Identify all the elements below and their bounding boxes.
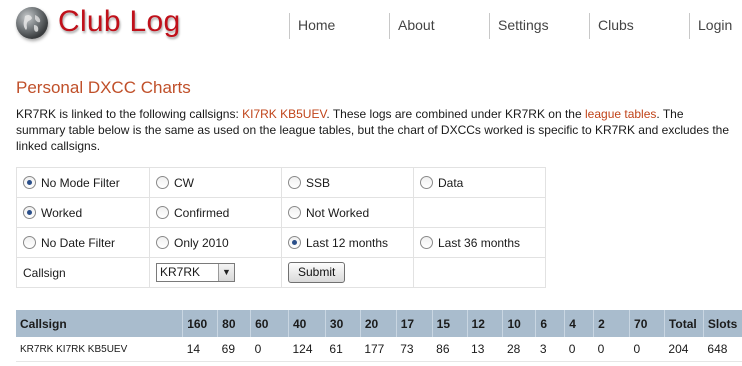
- callsign-cell: KR7RK KI7RK KB5UEV: [16, 337, 183, 362]
- total-cell: 204: [664, 337, 704, 362]
- date-label: No Date Filter: [41, 235, 116, 250]
- band-6-cell: 3: [535, 337, 565, 362]
- logo-text[interactable]: Club Log: [58, 5, 181, 39]
- intro-part-2: . These logs are combined under KR7RK on…: [326, 107, 585, 121]
- mode-label: Data: [438, 175, 464, 190]
- status-label: Confirmed: [174, 205, 230, 220]
- date-option-none[interactable]: No Date Filter: [16, 227, 150, 258]
- band-10-cell: 28: [502, 337, 536, 362]
- intro-text: KR7RK is linked to the following callsig…: [16, 106, 731, 154]
- nav-settings[interactable]: Settings: [489, 13, 586, 39]
- mode-label: No Mode Filter: [41, 175, 120, 190]
- filter-table: No Mode Filter CW SSB Data Worked Confir…: [16, 167, 546, 288]
- band-17-cell: 73: [396, 337, 433, 362]
- band-30-cell: 61: [325, 337, 361, 362]
- header-cell: 70: [629, 310, 665, 337]
- mode-option-data[interactable]: Data: [413, 167, 546, 198]
- table-row: KR7RK KI7RK KB5UEV 14 69 0 124 61 177 73…: [16, 337, 742, 362]
- mode-label: CW: [174, 175, 194, 190]
- band-12-cell: 13: [467, 337, 503, 362]
- header-cell: 10: [502, 310, 537, 337]
- header-cell: 12: [467, 310, 504, 337]
- band-40-cell: 124: [288, 337, 326, 362]
- date-option-36-months[interactable]: Last 36 months: [413, 227, 546, 258]
- status-option-not-worked[interactable]: Not Worked: [281, 197, 414, 228]
- band-70-cell: 0: [629, 337, 665, 362]
- band-80-cell: 69: [217, 337, 251, 362]
- radio-icon[interactable]: [420, 235, 433, 249]
- callsign-label: Callsign: [16, 257, 150, 288]
- status-option-confirmed[interactable]: Confirmed: [149, 197, 282, 228]
- header-cell: 60: [250, 310, 289, 337]
- date-option-12-months[interactable]: Last 12 months: [281, 227, 414, 258]
- mode-option-ssb[interactable]: SSB: [281, 167, 414, 198]
- radio-icon[interactable]: [156, 235, 169, 249]
- radio-icon[interactable]: [156, 205, 169, 219]
- radio-icon[interactable]: [420, 175, 433, 189]
- band-160-cell: 14: [182, 337, 218, 362]
- header-cell: Slots: [703, 310, 742, 337]
- header-cell: 20: [360, 310, 397, 337]
- band-20-cell: 177: [360, 337, 397, 362]
- slots-cell: 648: [703, 337, 742, 362]
- summary-header-row: Callsign 160 80 60 40 30 20 17 15 12 10 …: [16, 310, 742, 337]
- radio-icon[interactable]: [288, 205, 301, 219]
- date-label: Last 36 months: [438, 235, 521, 250]
- status-option-worked[interactable]: Worked: [16, 197, 150, 228]
- radio-icon[interactable]: [156, 175, 169, 189]
- summary-table: Callsign 160 80 60 40 30 20 17 15 12 10 …: [16, 310, 742, 362]
- callsign-select-value: KR7RK: [160, 265, 201, 279]
- header-cell: 40: [288, 310, 326, 337]
- empty-cell: [413, 257, 546, 288]
- header-cell: 15: [432, 310, 468, 337]
- date-label: Only 2010: [174, 235, 229, 250]
- status-label: Worked: [41, 205, 83, 220]
- nav-clubs[interactable]: Clubs: [589, 13, 686, 39]
- radio-icon[interactable]: [23, 205, 36, 219]
- intro-part-1: KR7RK is linked to the following callsig…: [16, 107, 243, 121]
- chevron-down-icon[interactable]: ▼: [218, 264, 234, 281]
- header-cell: 4: [564, 310, 595, 337]
- header-cell: 160: [182, 310, 219, 337]
- header-cell: 80: [217, 310, 252, 337]
- header-cell: 6: [535, 310, 566, 337]
- band-2-cell: 0: [593, 337, 630, 362]
- page-title: Personal DXCC Charts: [16, 78, 191, 97]
- header-cell: 30: [325, 310, 361, 337]
- header-cell: 17: [396, 310, 433, 337]
- mode-option-none[interactable]: No Mode Filter: [16, 167, 150, 198]
- globe-logo-icon: [16, 7, 48, 39]
- submit-button[interactable]: Submit: [288, 262, 346, 283]
- date-label: Last 12 months: [306, 235, 389, 250]
- linked-callsigns-link[interactable]: KI7RK KB5UEV: [242, 107, 326, 121]
- header-cell: Total: [664, 310, 704, 337]
- band-15-cell: 86: [432, 337, 468, 362]
- mode-label: SSB: [306, 175, 331, 190]
- radio-icon[interactable]: [288, 175, 301, 189]
- band-60-cell: 0: [250, 337, 289, 362]
- band-4-cell: 0: [564, 337, 594, 362]
- empty-cell: [413, 197, 546, 228]
- nav-home[interactable]: Home: [289, 13, 386, 39]
- header-cell: Callsign: [16, 310, 184, 337]
- league-tables-link[interactable]: league tables: [585, 107, 656, 121]
- nav-about[interactable]: About: [389, 13, 486, 39]
- callsign-select-cell: KR7RK ▼: [149, 257, 282, 288]
- radio-icon[interactable]: [23, 175, 36, 189]
- mode-option-cw[interactable]: CW: [149, 167, 282, 198]
- radio-icon[interactable]: [23, 235, 36, 249]
- nav-login[interactable]: Login: [689, 13, 742, 39]
- radio-icon[interactable]: [288, 235, 301, 249]
- date-option-2010[interactable]: Only 2010: [149, 227, 282, 258]
- callsign-select[interactable]: KR7RK ▼: [156, 263, 235, 282]
- submit-cell: Submit: [281, 257, 414, 288]
- status-label: Not Worked: [306, 205, 370, 220]
- header-cell: 2: [593, 310, 631, 337]
